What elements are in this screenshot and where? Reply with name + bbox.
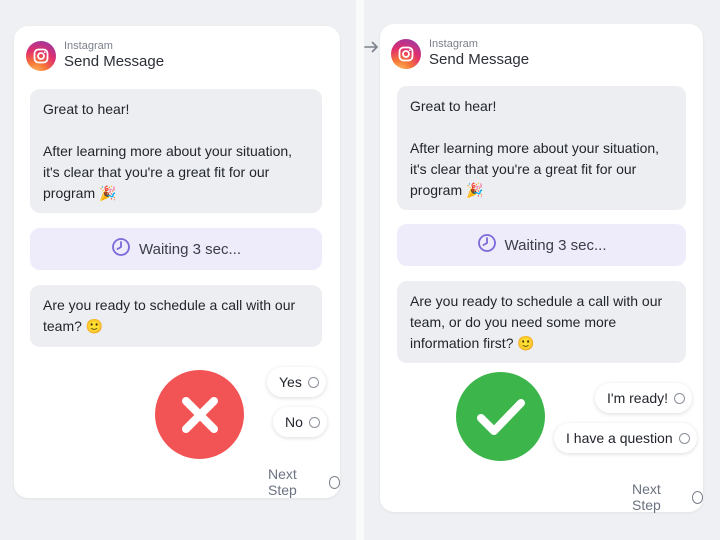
arrow-right-icon (364, 40, 380, 59)
option-no-label: No (285, 414, 303, 430)
option-have-question[interactable]: I have a question (554, 423, 697, 453)
card-header: Instagram Send Message (391, 38, 529, 69)
option-no[interactable]: No (273, 407, 327, 437)
radio-icon (328, 475, 340, 489)
wait-label: Waiting 3 sec... (504, 236, 607, 254)
x-icon (155, 370, 244, 459)
option-im-ready[interactable]: I'm ready! (595, 383, 693, 413)
wait-step: Waiting 3 sec... (397, 224, 686, 266)
message-bubble: Great to hear! After learning more about… (30, 89, 322, 213)
card-header: Instagram Send Message (26, 40, 164, 71)
instagram-icon (391, 38, 421, 69)
right-message-card: Instagram Send Message Great to hear! Af… (380, 24, 703, 513)
message-greeting: Great to hear! (410, 98, 497, 114)
instagram-icon (26, 40, 56, 71)
question-bubble: Are you ready to schedule a call with ou… (397, 281, 686, 363)
next-step-label: Next Step (268, 466, 297, 498)
radio-icon (308, 416, 320, 428)
message-body: After learning more about your situation… (410, 140, 660, 198)
smile-emoji: 🙂 (517, 335, 535, 351)
option-have-question-label: I have a question (566, 430, 673, 446)
question-text: Are you ready to schedule a call with ou… (410, 293, 663, 351)
wait-label: Waiting 3 sec... (139, 240, 241, 258)
party-emoji: 🎉 (466, 182, 484, 198)
option-yes[interactable]: Yes (267, 367, 326, 397)
radio-icon (691, 490, 703, 504)
next-step-button[interactable]: Next Step (268, 466, 340, 498)
clock-icon (477, 233, 497, 257)
message-bubble: Great to hear! After learning more about… (397, 86, 686, 210)
card-title: Send Message (64, 53, 165, 71)
message-body: After learning more about your situation… (43, 143, 293, 201)
card-title: Send Message (429, 51, 530, 69)
radio-icon (678, 432, 690, 444)
platform-label: Instagram (429, 38, 478, 50)
next-step-label: Next Step (632, 481, 661, 513)
party-emoji: 🎉 (99, 185, 117, 201)
next-step-button[interactable]: Next Step (632, 481, 703, 513)
platform-label: Instagram (64, 40, 113, 52)
clock-icon (111, 237, 131, 261)
wait-step: Waiting 3 sec... (30, 228, 322, 270)
message-greeting: Great to hear! (43, 101, 130, 117)
option-yes-label: Yes (279, 374, 302, 390)
question-text: Are you ready to schedule a call with ou… (43, 297, 296, 334)
panel-divider (356, 0, 364, 540)
check-icon (456, 372, 545, 461)
radio-icon (307, 376, 319, 388)
smile-emoji: 🙂 (85, 318, 104, 334)
option-im-ready-label: I'm ready! (607, 390, 669, 406)
question-bubble: Are you ready to schedule a call with ou… (30, 285, 322, 347)
radio-icon (674, 392, 686, 404)
